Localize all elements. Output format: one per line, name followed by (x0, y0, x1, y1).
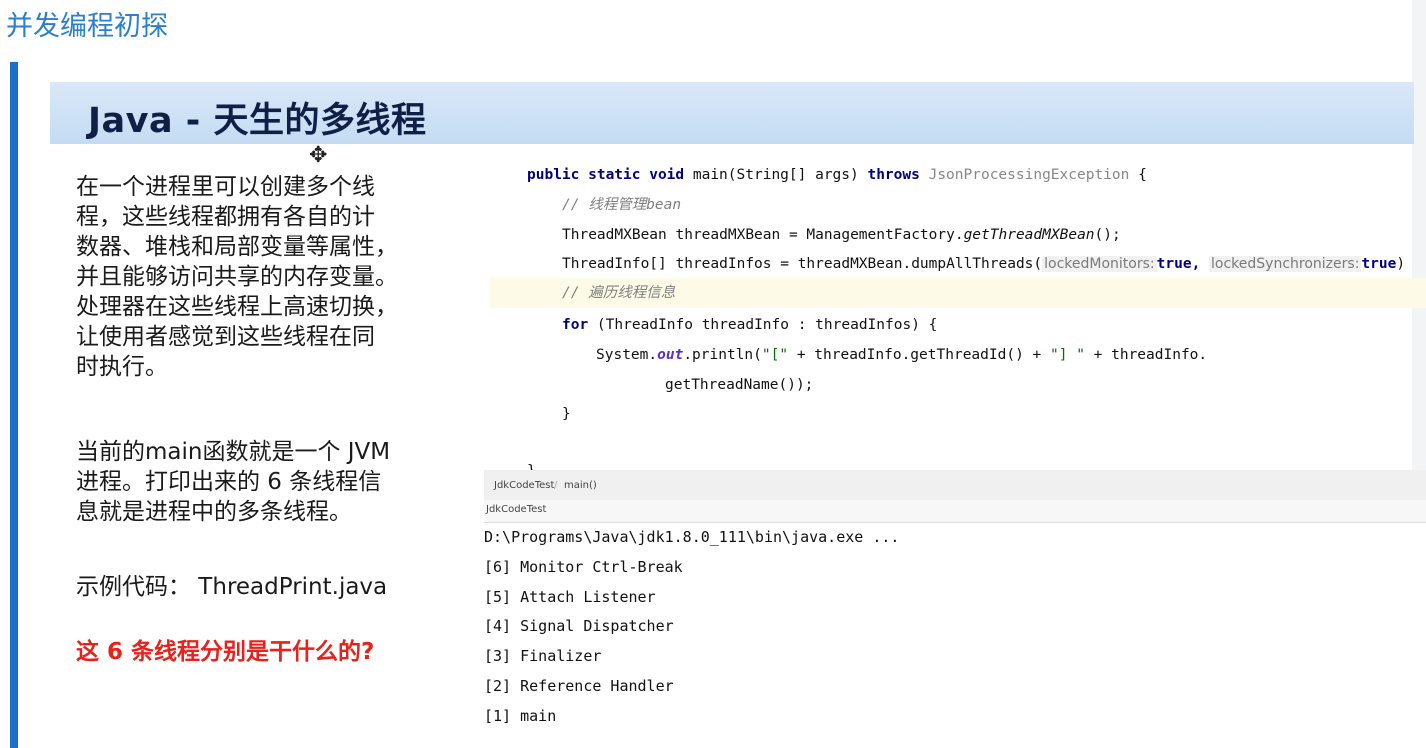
param-hint: lockedSynchronizers: (1209, 256, 1362, 272)
move-cursor-icon: ✥ (309, 143, 328, 168)
breadcrumb-class[interactable]: JdkCodeTest (494, 480, 554, 491)
description-paragraph: 在一个进程里可以创建多个线 程，这些线程都拥有各自的计 数器、堆栈和局部变量等属… (76, 174, 398, 380)
code-comment: // 遍历线程信息 (562, 285, 676, 301)
console-output-line: [1] main (484, 707, 557, 725)
main-function-paragraph: 当前的main函数就是一个 JVM 进程。打印出来的 6 条线程信 息就是进程中… (76, 439, 391, 525)
console-output-line: [5] Attach Listener (484, 588, 656, 606)
breadcrumb-separator: / (554, 480, 558, 491)
console-command: D:\Programs\Java\jdk1.8.0_111\bin\java.e… (484, 528, 900, 546)
slide-banner: Java - 天生的多线程 (50, 82, 1414, 144)
code-line: for (ThreadInfo threadInfo : threadInfos… (562, 317, 938, 333)
code-line: ThreadInfo[] threadInfos = threadMXBean.… (562, 256, 1406, 272)
console-output-line: [3] Finalizer (484, 647, 602, 665)
code-line: getThreadName()); (665, 377, 814, 393)
console-output-line: [2] Reference Handler (484, 677, 674, 695)
param-hint: lockedMonitors: (1042, 256, 1157, 272)
sample-code-label: 示例代码： ThreadPrint.java (76, 574, 388, 600)
console-output-line: [4] Signal Dispatcher (484, 617, 674, 635)
editor-breadcrumb: JdkCodeTest / main() (484, 470, 1426, 500)
console-output-line: [6] Monitor Ctrl-Break (484, 558, 683, 576)
run-tab[interactable]: JdkCodeTest (484, 500, 1426, 523)
code-line: } (562, 406, 571, 422)
code-line: System.out.println("[" + threadInfo.getT… (596, 347, 1208, 363)
question-text: 这 6 条线程分别是干什么的? (76, 639, 375, 665)
accent-bar (10, 62, 18, 748)
code-comment: // 线程管理bean (562, 197, 682, 213)
code-editor[interactable]: public static void main(String[] args) t… (490, 160, 1426, 479)
code-line: public static void main(String[] args) t… (527, 167, 1147, 183)
slide-title: Java - 天生的多线程 (88, 101, 427, 141)
breadcrumb-method[interactable]: main() (564, 480, 597, 491)
run-console[interactable]: JdkCodeTest / main() JdkCodeTest D:\Prog… (484, 470, 1426, 748)
page-title: 并发编程初探 (6, 11, 168, 42)
run-tab-label: JdkCodeTest (486, 504, 547, 515)
code-line: ThreadMXBean threadMXBean = ManagementFa… (562, 227, 1121, 243)
